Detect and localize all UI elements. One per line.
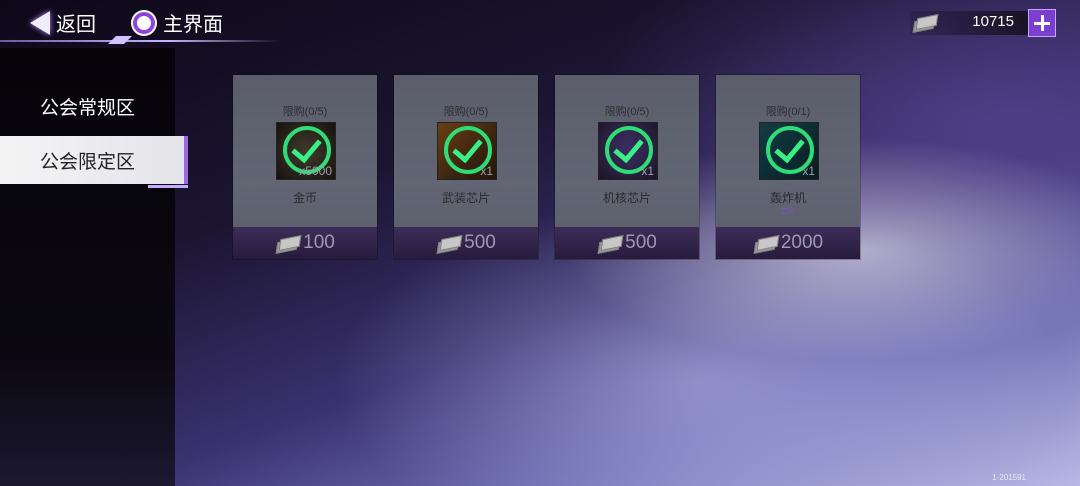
purchase-limit: 限购(0/5): [282, 106, 328, 118]
item-price: 500: [464, 232, 496, 253]
tab-label: 公会限定区: [40, 150, 136, 173]
currency-value: 10715: [972, 13, 1014, 30]
item-price: 2000: [780, 232, 824, 253]
purchase-limit: 限购(0/5): [604, 106, 650, 118]
tab-guild-regular[interactable]: 公会常规区: [0, 82, 188, 130]
item-price: 100: [303, 232, 335, 253]
item-thumbnail: x5000: [276, 122, 336, 180]
money-bill-icon: [912, 14, 939, 33]
item-name: 机核芯片: [602, 191, 651, 205]
item-quantity: x1: [802, 164, 815, 178]
price-bar: 500: [555, 227, 699, 259]
home-ring-icon: [133, 11, 155, 34]
price-bar: 500: [394, 227, 538, 259]
item-name: 武装芯片: [441, 191, 490, 205]
purchase-limit: 限购(0/5): [443, 106, 489, 118]
add-currency-button[interactable]: [1028, 9, 1056, 37]
top-bar: 返回 主界面 10715: [0, 0, 1080, 48]
currency-display: 10715: [900, 8, 1056, 38]
home-button[interactable]: 主界面: [133, 8, 223, 37]
shop-item-card[interactable]: 限购(0/1) x1 轰炸机 芯片 2000: [716, 75, 860, 259]
shop-item-card[interactable]: 限购(0/5) x5000 金币 100: [233, 75, 377, 259]
money-bill-icon: [275, 235, 302, 254]
shop-item-card[interactable]: 限购(0/5) x1 武装芯片 500: [394, 75, 538, 259]
money-bill-icon: [597, 235, 624, 254]
price-bar: 2000: [716, 227, 860, 259]
tab-guild-limited[interactable]: 公会限定区: [0, 136, 188, 188]
item-quantity: x1: [480, 164, 493, 178]
shop-item-card[interactable]: 限购(0/5) x1 机核芯片 500: [555, 75, 699, 259]
item-name: 金币: [292, 191, 317, 205]
item-price: 500: [625, 232, 657, 253]
back-button[interactable]: 返回: [30, 8, 96, 37]
item-subtag: 芯片: [781, 207, 795, 215]
top-divider: [0, 40, 280, 42]
home-label: 主界面: [163, 12, 223, 36]
money-bill-icon: [436, 235, 463, 254]
item-thumbnail: x1: [598, 122, 658, 180]
item-quantity: x1: [641, 164, 654, 178]
back-arrow-icon: [30, 10, 50, 35]
item-name: 轰炸机: [769, 191, 806, 205]
money-bill-icon: [753, 235, 780, 254]
item-thumbnail: x1: [759, 122, 819, 180]
purchase-limit: 限购(0/1): [765, 106, 811, 118]
version-label: 1-201591: [992, 473, 1026, 482]
price-bar: 100: [233, 227, 377, 259]
tab-label: 公会常规区: [40, 96, 136, 119]
item-thumbnail: x1: [437, 122, 497, 180]
item-quantity: x5000: [299, 164, 332, 178]
back-label: 返回: [56, 12, 96, 36]
